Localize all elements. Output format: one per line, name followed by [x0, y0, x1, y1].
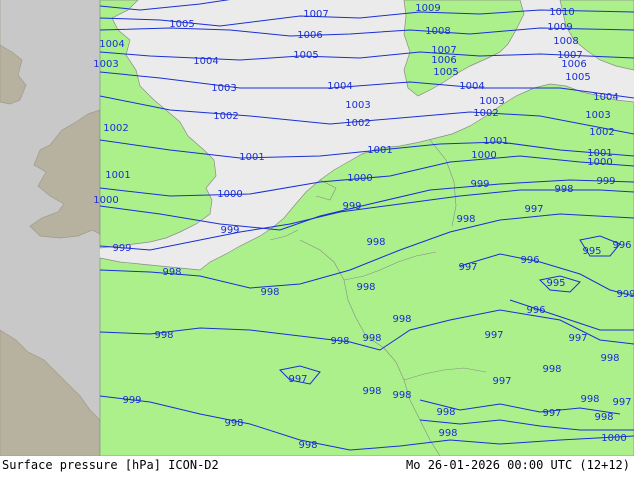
isobar-label: 998	[298, 440, 317, 451]
isobar-label: 998	[542, 364, 561, 375]
isobar-label: 998	[260, 287, 279, 298]
map-canvas: 1010100910091008100810071007 100710061006…	[0, 0, 634, 456]
isobar-label: 998	[594, 412, 613, 423]
isobar-label: 1003	[345, 100, 370, 111]
isobar-label: 1002	[345, 118, 370, 129]
isobar-label: 1003	[211, 83, 236, 94]
isobar-label: 995	[546, 278, 565, 289]
isobar-label: 997	[612, 397, 631, 408]
isobar-label: 1001	[367, 145, 392, 156]
isobar-label: 1000	[217, 189, 242, 200]
isobar-label: 999	[220, 225, 239, 236]
isobar-label: 998	[366, 237, 385, 248]
isobar-label: 1001	[483, 136, 508, 147]
isobar-label: 1000	[93, 195, 118, 206]
isobar-label: 1005	[565, 72, 590, 83]
isobar-label: 1005	[169, 19, 194, 30]
isobar-label: 1004	[593, 92, 618, 103]
map-valid-time: Mo 26-01-2026 00:00 UTC (12+12)	[406, 458, 630, 472]
isobar-label: 1006	[297, 30, 322, 41]
isobar-label: 997	[288, 374, 307, 385]
isobar-label: 1003	[479, 96, 504, 107]
isobar-label: 1007	[303, 9, 328, 20]
isobar-label: 997	[568, 333, 587, 344]
isobar-label: 1002	[473, 108, 498, 119]
isobar-label: 999	[470, 179, 489, 190]
isobar-label: 997	[458, 262, 477, 273]
isobar-label: 998	[438, 428, 457, 439]
isobar-label: 1004	[327, 81, 352, 92]
isobar-label: 1004	[459, 81, 484, 92]
isobar-label: 998	[356, 282, 375, 293]
isobar-label: 997	[492, 376, 511, 387]
isobar-label: 997	[524, 204, 543, 215]
isobar-label: 998	[330, 336, 349, 347]
map-title: Surface pressure [hPa] ICON-D2	[2, 458, 219, 472]
isobar-label: 996	[520, 255, 539, 266]
isobar-label: 1008	[553, 36, 578, 47]
isobar-label: 1000	[347, 173, 372, 184]
isobar-label: 996	[612, 240, 631, 251]
isobar-label: 998	[162, 267, 181, 278]
map-footer: Surface pressure [hPa] ICON-D2 Mo 26-01-…	[0, 456, 634, 490]
isobar-label: 998	[392, 314, 411, 325]
isobar-label: 998	[362, 386, 381, 397]
isobar-label: 1009	[547, 22, 572, 33]
isobar-label: 1000	[601, 433, 626, 444]
isobar-label: 999	[122, 395, 141, 406]
isobar-label: 1001	[239, 152, 264, 163]
isobar-label: 1004	[193, 56, 218, 67]
isobar-label: 998	[154, 330, 173, 341]
isobar-label: 999	[616, 289, 634, 300]
isobar-label: 998	[600, 353, 619, 364]
isobar-label: 1002	[213, 111, 238, 122]
isobar-label: 1002	[589, 127, 614, 138]
isobar-label: 1000	[471, 150, 496, 161]
isobar-label: 1002	[103, 123, 128, 134]
isobar-label: 998	[436, 407, 455, 418]
isobar-label: 1001	[105, 170, 130, 181]
isobar-label: 999	[112, 243, 131, 254]
isobar-label: 1005	[293, 50, 318, 61]
isobar-label: 998	[224, 418, 243, 429]
isobar-label: 1003	[585, 110, 610, 121]
isobar-label: 1008	[425, 26, 450, 37]
isobar-label: 1005	[433, 67, 458, 78]
isobar-label: 1000	[587, 157, 612, 168]
isobar-label: 999	[596, 176, 615, 187]
isobar-label: 998	[392, 390, 411, 401]
isobar-label: 996	[526, 305, 545, 316]
isobar-label: 1006	[431, 55, 456, 66]
isobar-label: 995	[582, 246, 601, 257]
isobar-label: 1003	[93, 59, 118, 70]
isobar-label: 1006	[561, 59, 586, 70]
isobar-label: 1010	[549, 7, 574, 18]
isobar-label: 998	[554, 184, 573, 195]
isobar-label: 998	[580, 394, 599, 405]
isobar-label: 997	[484, 330, 503, 341]
isobar-label: 1004	[99, 39, 124, 50]
isobar-label: 997	[542, 408, 561, 419]
isobar-label: 999	[342, 201, 361, 212]
isobar-label: 1009	[415, 3, 440, 14]
isobar-label: 998	[362, 333, 381, 344]
isobar-label: 998	[456, 214, 475, 225]
pressure-map: 1010 1009 1009 1008 1008 1007 1007 1007 1006 1006…	[0, 0, 634, 456]
